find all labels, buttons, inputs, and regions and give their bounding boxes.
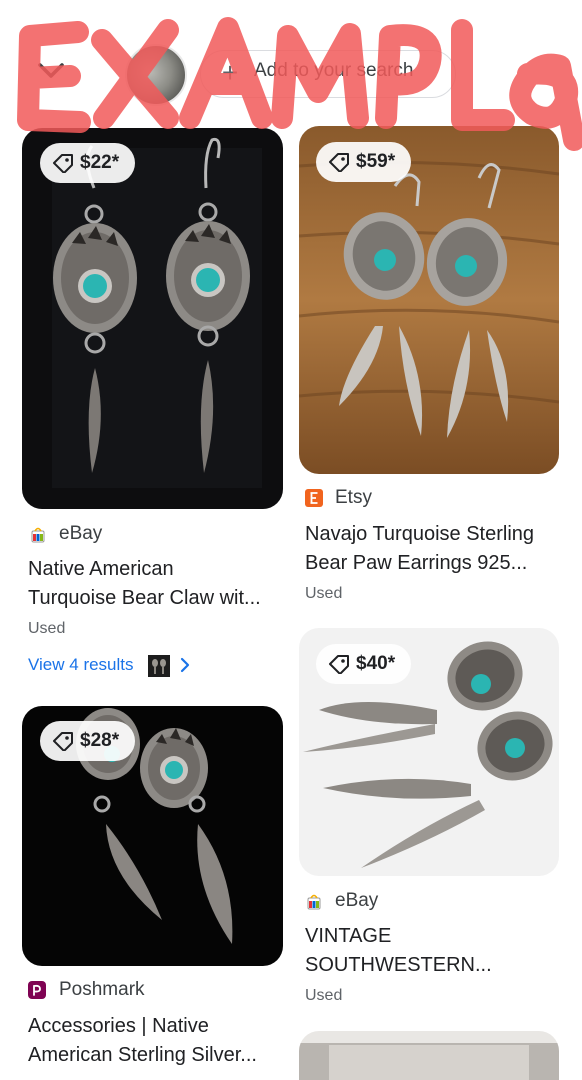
product-title[interactable]: Navajo Turquoise Sterling Bear Paw Earri… — [305, 520, 555, 578]
search-image-thumbnail[interactable] — [125, 44, 187, 106]
price-badge: $28* — [40, 721, 136, 761]
product-title-line: SOUTHWESTERN... — [305, 954, 492, 976]
product-title-line: Accessories | Native — [28, 1015, 209, 1037]
store-name: Etsy — [335, 487, 372, 508]
poshmark-store-icon — [28, 981, 46, 999]
top-bar: + Add to your search — [0, 0, 582, 128]
plus-icon: + — [221, 57, 239, 88]
price-label: $59* — [356, 151, 396, 172]
price-badge: $40* — [316, 644, 412, 684]
ebay-store-icon — [29, 526, 47, 544]
product-image[interactable] — [299, 1031, 559, 1080]
product-image[interactable] — [22, 128, 283, 509]
product-title-line: Navajo Turquoise Sterling — [305, 523, 535, 545]
product-title-line: VINTAGE — [305, 925, 392, 947]
product-title-line: Turquoise Bear Claw wit... — [28, 587, 261, 609]
price-tag-icon — [329, 153, 349, 172]
price-badge: $59* — [316, 142, 412, 182]
product-title-line: Bear Paw Earrings 925... — [305, 552, 528, 574]
price-tag-icon — [53, 154, 73, 173]
results-thumbnail[interactable] — [148, 655, 170, 677]
product-title-line: American Sterling Silver... — [28, 1044, 257, 1066]
price-tag-icon — [53, 732, 73, 751]
ebay-store-icon — [305, 893, 323, 911]
product-title-line: Native American — [28, 558, 174, 580]
etsy-store-icon — [305, 489, 323, 507]
price-label: $28* — [80, 730, 120, 751]
price-label: $22* — [80, 152, 120, 173]
product-title[interactable]: VINTAGE SOUTHWESTERN... — [305, 922, 555, 980]
product-title[interactable]: Accessories | Native American Sterling S… — [28, 1012, 278, 1070]
price-tag-icon — [329, 655, 349, 674]
store-name: Poshmark — [59, 979, 145, 1000]
chevron-right-icon[interactable] — [178, 657, 192, 673]
price-label: $40* — [356, 653, 396, 674]
condition-label: Used — [28, 620, 66, 637]
add-to-search-label: Add to your search — [254, 60, 414, 81]
product-title[interactable]: Native American Turquoise Bear Claw wit.… — [28, 555, 278, 613]
view-more-results-link[interactable]: View 4 results — [28, 655, 134, 675]
price-badge: $22* — [40, 143, 136, 183]
condition-label: Used — [305, 585, 343, 602]
chevron-down-icon[interactable] — [34, 56, 68, 86]
condition-label: Used — [305, 987, 343, 1004]
store-name: eBay — [59, 523, 103, 544]
store-name: eBay — [335, 890, 379, 911]
